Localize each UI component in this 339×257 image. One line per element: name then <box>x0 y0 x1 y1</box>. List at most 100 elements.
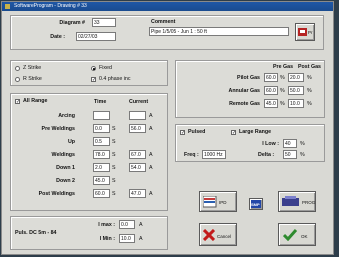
imin-field[interactable]: 10.0 <box>119 234 135 243</box>
unit: S <box>112 139 116 145</box>
large-range-label: Large Range <box>239 129 272 135</box>
prog-button[interactable]: PROG <box>278 191 316 212</box>
cancel-icon <box>203 229 215 241</box>
checkbox-pulsed[interactable]: ✓ <box>180 130 185 136</box>
down1-time-field[interactable]: 2.0 <box>93 163 110 172</box>
title-bar: SoftwareProgram - Drawing # 33 <box>2 2 333 11</box>
gas-row-label: Remote Gas <box>229 101 260 107</box>
remote-pre-field[interactable]: 45.0 <box>264 99 278 108</box>
pulsed-label: Pulsed <box>188 129 206 135</box>
gas-row-label: Annular Gas <box>228 88 261 94</box>
unit: S <box>112 152 116 158</box>
freq-field[interactable]: 1000 Hz <box>202 150 226 159</box>
unit: % <box>280 101 285 107</box>
range-row-label: Weldings <box>51 152 75 158</box>
range-row-label: Down 1 <box>56 165 75 171</box>
window-title: SoftwareProgram - Drawing # 33 <box>14 3 87 9</box>
pre-weld-current-field[interactable]: 56.0 <box>129 124 146 133</box>
unit: % <box>280 88 285 94</box>
arcing-time-field[interactable] <box>93 111 110 120</box>
ipd-button[interactable]: IPD <box>199 191 237 212</box>
range-row-label: Post Weldings <box>38 191 75 197</box>
arcing-current-field[interactable] <box>129 111 146 120</box>
ilow-label: I Low : <box>262 141 279 147</box>
pilot-post-field[interactable]: 20.0 <box>288 73 304 82</box>
prog-label: PROG <box>302 200 316 205</box>
radio-fixed[interactable] <box>91 66 96 71</box>
weld-time-field[interactable]: 78.0 <box>93 150 110 159</box>
delta-field[interactable]: 50 <box>283 150 297 159</box>
smp-label: SMP <box>251 202 260 207</box>
diagram-field[interactable]: 33 <box>92 18 116 27</box>
unit: % <box>307 75 312 81</box>
main-window: SoftwareProgram - Drawing # 33 Diagram #… <box>1 1 334 255</box>
post-weld-current-field[interactable]: 47.0 <box>129 189 146 198</box>
comment-field[interactable]: Pipe 1/5/05 - Jun 1 : 50 ft <box>149 27 289 36</box>
range-panel: ✓ All Range Time Current Arcing A Pre We… <box>10 93 168 211</box>
range-row-label: Arcing <box>58 113 75 119</box>
down2-time-field[interactable]: 45.0 <box>93 176 110 185</box>
smp-button[interactable]: SMP <box>249 198 263 210</box>
ok-label: OK <box>301 234 308 239</box>
unit: % <box>307 101 312 107</box>
checkbox-all-range[interactable]: ✓ <box>15 99 20 105</box>
print-button[interactable]: Pr <box>295 23 315 41</box>
app-icon <box>5 4 10 9</box>
unit: % <box>300 152 305 158</box>
unit: % <box>307 88 312 94</box>
unit: % <box>280 75 285 81</box>
annular-pre-field[interactable]: 60.0 <box>264 86 278 95</box>
radio-z-strike[interactable] <box>15 66 20 71</box>
current-header: Current <box>129 99 149 105</box>
imax-field[interactable]: 0.0 <box>119 220 135 229</box>
print-label: Pr <box>308 30 313 35</box>
comment-label: Comment <box>151 19 176 25</box>
checkbox-large-range[interactable]: ✓ <box>231 130 236 136</box>
annular-post-field[interactable]: 50.0 <box>288 86 304 95</box>
all-range-label: All Range <box>23 98 48 104</box>
gas-row-label: Pilot Gas <box>237 75 260 81</box>
freq-label: Freq : <box>184 152 199 158</box>
checkbox-phase-inc[interactable]: ✓ <box>91 77 96 83</box>
unit: A <box>139 236 143 242</box>
checkmark-icon <box>283 229 297 241</box>
up-time-field[interactable]: 0.5 <box>93 137 110 146</box>
unit: % <box>300 141 305 147</box>
diagram-label: Diagram # <box>59 20 85 26</box>
imin-label: I Min : <box>99 236 115 242</box>
mode-option-label: Fixed <box>99 65 112 71</box>
cancel-button[interactable]: Cancel <box>199 223 237 246</box>
ipd-icon <box>203 196 217 208</box>
unit: S <box>112 178 116 184</box>
mode-option-label: Z Strike <box>23 65 42 71</box>
weld-current-field[interactable]: 67.0 <box>129 150 146 159</box>
ipd-label: IPD <box>219 200 227 205</box>
pre-weld-time-field[interactable]: 0.0 <box>93 124 110 133</box>
mode-panel: Z Strike Fixed R Strike ✓ 0.4 phase inc <box>10 60 168 86</box>
down1-current-field[interactable]: 54.0 <box>129 163 146 172</box>
pre-gas-header: Pre Gas <box>273 64 294 70</box>
unit: A <box>149 126 153 132</box>
post-weld-time-field[interactable]: 60.0 <box>93 189 110 198</box>
pulse-panel: ✓ Pulsed ✓ Large Range I Low : 40 % Freq… <box>175 124 325 162</box>
imax-label: I max : <box>98 222 115 228</box>
ok-button[interactable]: OK <box>278 223 316 246</box>
unit: A <box>139 222 143 228</box>
radio-r-strike[interactable] <box>15 77 20 82</box>
footer-panel: Puls. DC 5m - 84 I max : 0.0 A I Min : 1… <box>10 216 168 250</box>
gas-panel: Pre Gas Post Gas Pilot Gas 60.0 % 20.0 %… <box>175 60 325 118</box>
unit: A <box>149 191 153 197</box>
unit: A <box>149 152 153 158</box>
date-field[interactable]: 02/27/03 <box>76 32 116 41</box>
ilow-field[interactable]: 40 <box>283 139 297 148</box>
mode-option-label: 0.4 phase inc <box>99 76 131 82</box>
range-row-label: Up <box>67 139 75 145</box>
unit: A <box>149 165 153 171</box>
prog-icon <box>282 196 299 206</box>
unit: A <box>149 113 153 119</box>
remote-post-field[interactable]: 10.0 <box>288 99 304 108</box>
delta-label: Delta : <box>258 152 275 158</box>
pulse-dc-label: Puls. DC 5m - 84 <box>15 230 57 236</box>
pilot-pre-field[interactable]: 60.0 <box>264 73 278 82</box>
mode-option-label: R Strike <box>23 76 42 82</box>
